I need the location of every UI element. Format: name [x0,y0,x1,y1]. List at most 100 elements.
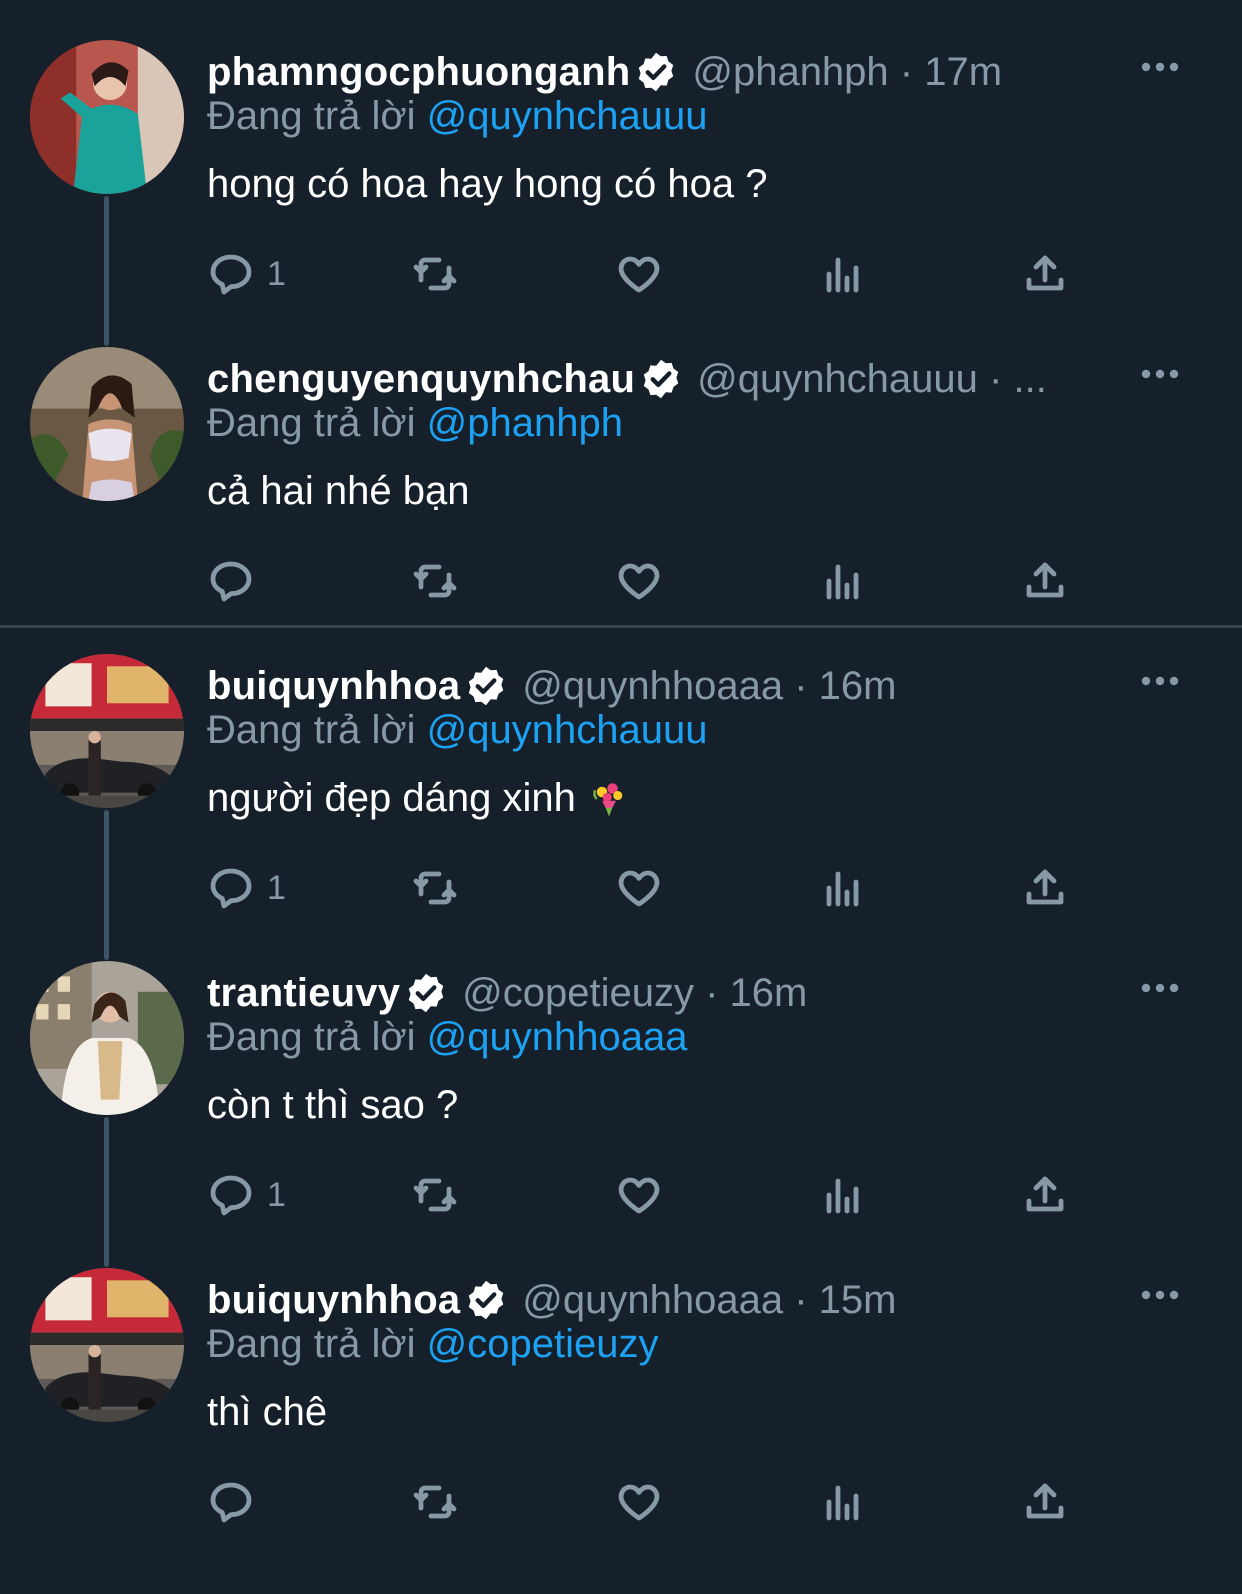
reply-button[interactable] [207,551,267,611]
mention-link[interactable]: @quynhchauuu [427,94,708,138]
heart-icon [618,870,660,907]
bar-chart-icon [826,1178,859,1214]
tweet-header: trantieuvy @copetieuzy · 16m [207,965,807,1021]
heart-icon [618,1177,660,1214]
display-name[interactable]: chenguyenquynhchau [207,357,635,402]
share-icon [1026,869,1064,905]
reply-button[interactable]: 1 [207,858,286,918]
replying-label: Đang trả lời [207,401,416,445]
verified-badge-icon [408,973,444,1013]
display-name[interactable]: buiquynhhoa [207,664,460,709]
mention-link[interactable]: @copetieuzy [427,1322,659,1366]
avatar[interactable] [30,654,184,808]
more-options-icon[interactable] [1140,367,1180,381]
mention-link[interactable]: @quynhhoaaa [427,1015,688,1059]
bar-chart-icon [826,871,859,907]
display-name[interactable]: trantieuvy [207,971,400,1016]
verified-badge-icon [469,666,504,706]
retweet-button[interactable] [411,1165,459,1225]
reply-button[interactable]: 1 [207,244,286,304]
like-button[interactable] [615,1472,663,1532]
handle-and-time: @quynhhoaaa · 16m [522,663,897,708]
share-icon [1026,562,1064,598]
tweet-header: buiquynhhoa @quynhhoaaa · 16m [207,658,896,714]
heart-icon [618,563,660,600]
analytics-button[interactable] [819,1472,867,1532]
share-button[interactable] [1021,858,1069,918]
reply-icon [210,1175,252,1216]
avatar[interactable] [30,1268,184,1422]
replying-label: Đang trả lời [207,1015,416,1059]
like-button[interactable] [615,244,663,304]
tweet[interactable]: trantieuvy @copetieuzy · 16m Đang trả lờ… [0,921,1242,1267]
share-button[interactable] [1021,244,1069,304]
retweet-button[interactable] [411,551,459,611]
verified-badge-icon [639,52,674,92]
like-button[interactable] [615,551,663,611]
reply-icon [210,1482,252,1523]
more-options-icon[interactable] [1140,674,1180,688]
avatar[interactable] [30,347,184,501]
avatar[interactable] [30,961,184,1115]
more-options-icon[interactable] [1140,1288,1180,1302]
display-name[interactable]: phamngocphuonganh [207,50,630,95]
more-options-icon[interactable] [1140,60,1180,74]
analytics-button[interactable] [819,1165,867,1225]
like-button[interactable] [615,1165,663,1225]
tweet[interactable]: buiquynhhoa @quynhhoaaa · 16m Đang trả l… [0,614,1242,960]
mention-link[interactable]: @phanhph [427,401,623,445]
handle-and-time: @copetieuzy · 16m [462,970,808,1015]
tweet[interactable]: buiquynhhoa @quynhhoaaa · 15m Đang trả l… [0,1228,1242,1535]
tweet-actions: 1 [207,1165,1087,1225]
share-button[interactable] [1021,551,1069,611]
reply-count: 1 [267,254,286,293]
share-icon [1026,1483,1064,1519]
tweet[interactable]: chenguyenquynhchau @quynhchauuu · ... Đa… [0,307,1242,614]
retweet-button[interactable] [411,858,459,918]
reply-thread: phamngocphuonganh @phanhph · 17m Đang tr… [0,0,1242,1535]
bouquet-emoji-icon [593,782,623,816]
mention-link[interactable]: @quynhchauuu [427,708,708,752]
tweet-text: thì chê [207,1390,327,1435]
tweet-text-content: còn t thì sao ? [207,1083,459,1127]
avatar-woman-fur-coat-icon [30,961,184,1115]
tweet-actions [207,551,1087,611]
tweet[interactable]: phamngocphuonganh @phanhph · 17m Đang tr… [0,0,1242,346]
tweet-text-content: thì chê [207,1390,328,1434]
tweet-text: còn t thì sao ? [207,1083,458,1128]
analytics-button[interactable] [819,551,867,611]
analytics-button[interactable] [819,244,867,304]
replying-to: Đang trả lời @copetieuzy [207,1322,659,1367]
share-button[interactable] [1021,1165,1069,1225]
replying-to: Đang trả lời @quynhchauuu [207,94,708,139]
reply-button[interactable]: 1 [207,1165,286,1225]
heart-icon [618,256,660,293]
replying-label: Đang trả lời [207,1322,416,1366]
replying-to: Đang trả lời @quynhchauuu [207,708,708,753]
avatar[interactable] [30,40,184,194]
tweet-actions [207,1472,1087,1532]
display-name[interactable]: buiquynhhoa [207,1278,460,1323]
verified-badge-icon [469,1280,504,1320]
replying-to: Đang trả lời @quynhhoaaa [207,1015,688,1060]
reply-button[interactable] [207,1472,267,1532]
tweet-header: buiquynhhoa @quynhhoaaa · 15m [207,1272,896,1328]
reply-count: 1 [267,868,286,907]
retweet-button[interactable] [411,244,459,304]
replying-label: Đang trả lời [207,708,416,752]
share-icon [1026,1176,1064,1212]
analytics-button[interactable] [819,858,867,918]
avatar-street-ramen-shop-icon [30,654,184,808]
like-button[interactable] [615,858,663,918]
avatar-woman-sports-top-icon [30,347,184,501]
bar-chart-icon [826,564,859,600]
tweet-header: chenguyenquynhchau @quynhchauuu · ... [207,351,1047,407]
retweet-button[interactable] [411,1472,459,1532]
retweet-icon [413,1485,457,1519]
tweet-text-content: hong có hoa hay hong có hoa ? [207,162,768,206]
retweet-icon [413,257,457,291]
more-options-icon[interactable] [1140,981,1180,995]
tweet-text-content: cả hai nhé bạn [207,469,470,513]
share-button[interactable] [1021,1472,1069,1532]
retweet-icon [413,1178,457,1212]
